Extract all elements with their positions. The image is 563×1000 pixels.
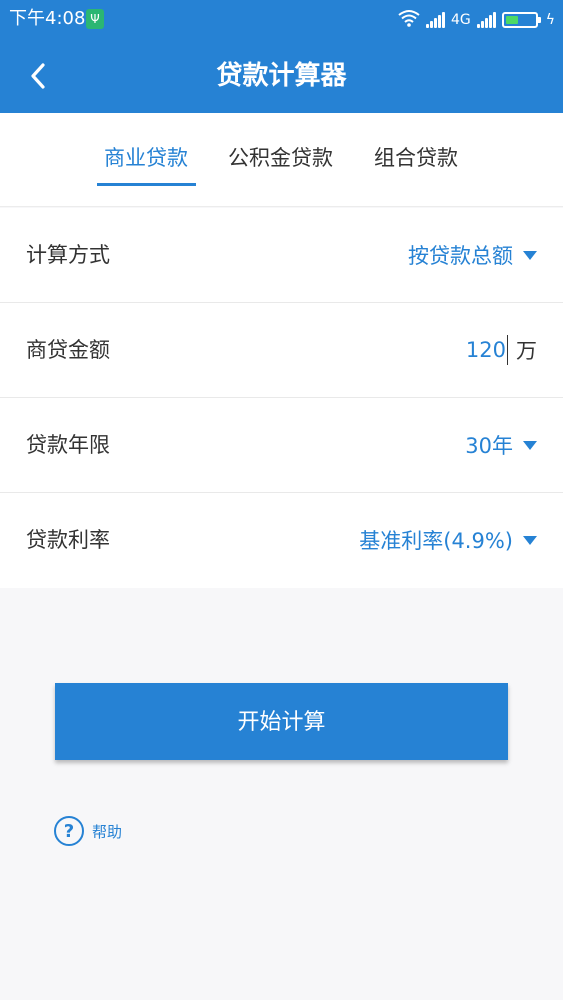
loan-amount-label: 商贷金额	[26, 338, 110, 362]
tab-combined-loan[interactable]: 组合贷款	[374, 143, 458, 173]
calc-method-value: 按贷款总额	[408, 244, 513, 268]
status-time: 下午4:08	[9, 8, 86, 29]
page-title: 贷款计算器	[216, 61, 347, 91]
row-loan-amount: 商贷金额 万	[0, 303, 563, 398]
loan-amount-field: 万	[438, 335, 537, 365]
calc-method-label: 计算方式	[26, 243, 110, 267]
active-tab-indicator	[97, 183, 196, 186]
loan-form: 计算方式 按贷款总额 商贷金额 万 贷款年限 30年 贷款利率 基准利率(4.9…	[0, 208, 563, 588]
signal-icon-2	[476, 12, 496, 28]
battery-icon	[501, 12, 541, 28]
status-icons: 4G ϟ	[398, 9, 555, 31]
loan-term-label: 贷款年限	[26, 433, 110, 457]
row-loan-rate: 贷款利率 基准利率(4.9%)	[0, 493, 563, 588]
loan-rate-value: 基准利率(4.9%)	[359, 529, 513, 553]
charging-icon: ϟ	[545, 12, 555, 28]
app-bar: 贷款计算器	[0, 40, 563, 113]
loan-calculator-screen: 下午4:08 Ψ 4G ϟ 贷款计算器 商业贷款 公积金贷款 组合贷款 计算方式…	[0, 0, 563, 1000]
loan-rate-dropdown[interactable]: 基准利率(4.9%)	[359, 525, 537, 555]
loan-amount-unit: 万	[516, 339, 537, 363]
network-label: 4G	[450, 12, 471, 28]
caret-down-icon	[523, 440, 537, 450]
wifi-icon	[398, 9, 420, 31]
calc-method-dropdown[interactable]: 按贷款总额	[408, 240, 537, 270]
tab-provident-fund-loan[interactable]: 公积金贷款	[228, 143, 333, 173]
tab-commercial-loan[interactable]: 商业贷款	[104, 143, 188, 173]
loan-type-tabs: 商业贷款 公积金贷款 组合贷款	[0, 113, 563, 207]
help-label: 帮助	[92, 822, 123, 841]
loan-amount-input[interactable]	[438, 335, 508, 365]
caret-down-icon	[523, 250, 537, 260]
loan-term-dropdown[interactable]: 30年	[465, 430, 537, 460]
loan-rate-label: 贷款利率	[26, 528, 110, 552]
start-calculation-button[interactable]: 开始计算	[55, 683, 508, 760]
usb-icon: Ψ	[86, 9, 104, 29]
header: 下午4:08 Ψ 4G ϟ 贷款计算器	[0, 0, 563, 113]
signal-icon	[425, 12, 445, 28]
caret-down-icon	[523, 535, 537, 545]
row-calc-method: 计算方式 按贷款总额	[0, 208, 563, 303]
status-bar: 下午4:08 Ψ 4G ϟ	[0, 0, 563, 40]
loan-term-value: 30年	[465, 434, 513, 458]
question-circle-icon: ?	[54, 816, 84, 846]
help-link[interactable]: ? 帮助	[54, 816, 122, 846]
row-loan-term: 贷款年限 30年	[0, 398, 563, 493]
